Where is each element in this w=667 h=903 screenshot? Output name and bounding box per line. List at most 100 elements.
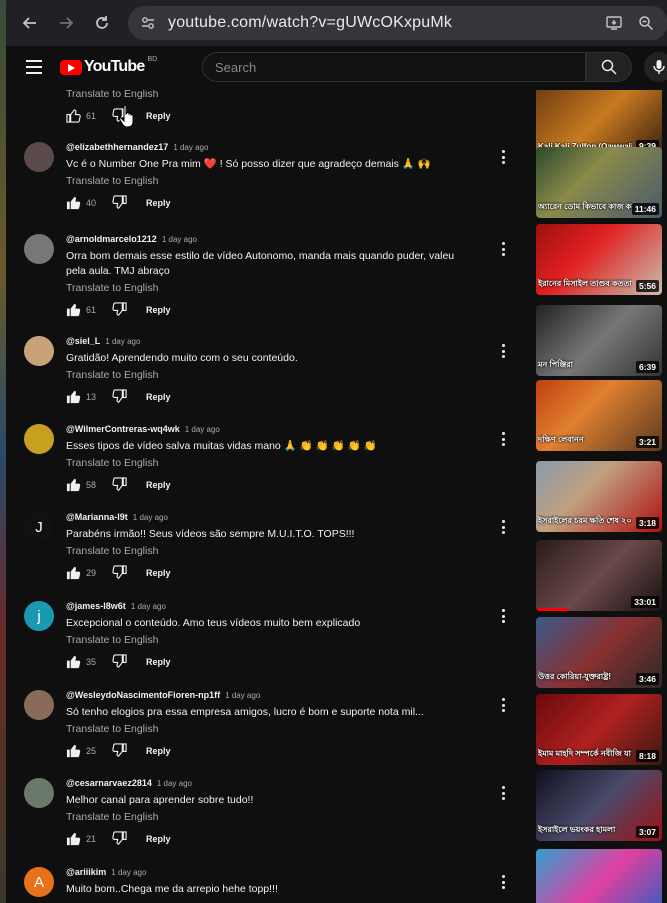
- more-actions-icon[interactable]: [498, 344, 508, 358]
- avatar[interactable]: A: [24, 867, 54, 897]
- video-thumbnail[interactable]: দক্ষিণ লেবানন 3:21: [536, 380, 662, 451]
- like-icon[interactable]: [66, 565, 82, 581]
- video-thumbnail[interactable]: 33:01: [536, 540, 662, 611]
- avatar[interactable]: j: [24, 601, 54, 631]
- comment-timestamp[interactable]: 1 day ago: [131, 602, 166, 611]
- comment-author[interactable]: @james-l8w6t: [66, 601, 126, 611]
- video-thumbnail[interactable]: মন পিঞ্জিরা 6:39: [536, 305, 662, 376]
- comment-timestamp[interactable]: 1 day ago: [111, 868, 146, 877]
- comment-timestamp[interactable]: 1 day ago: [162, 235, 197, 244]
- reply-button[interactable]: Reply: [146, 746, 171, 756]
- more-actions-icon[interactable]: [498, 698, 508, 712]
- reply-button[interactable]: Reply: [146, 834, 171, 844]
- more-actions-icon[interactable]: [498, 786, 508, 800]
- video-thumbnail[interactable]: অ্যারেন ডোম কিভাবে কাজ করে 11:46: [536, 147, 662, 218]
- reply-button[interactable]: Reply: [146, 111, 171, 121]
- zoom-icon[interactable]: [638, 15, 654, 31]
- more-actions-icon[interactable]: [498, 875, 508, 889]
- avatar[interactable]: [24, 424, 54, 454]
- avatar[interactable]: J: [24, 512, 54, 542]
- video-thumbnail[interactable]: উত্তর কোরিয়া-যুক্তরাষ্ট্র! 3:46: [536, 617, 662, 688]
- back-button[interactable]: [12, 5, 48, 41]
- video-thumbnail[interactable]: শিমার বালি: [536, 849, 662, 903]
- like-icon[interactable]: [66, 743, 82, 759]
- hamburger-menu-icon[interactable]: [26, 60, 42, 74]
- comment-timestamp[interactable]: 1 day ago: [185, 425, 220, 434]
- reply-button[interactable]: Reply: [146, 657, 171, 667]
- like-icon[interactable]: [66, 831, 82, 847]
- comment-timestamp[interactable]: 1 day ago: [133, 513, 168, 522]
- translate-link[interactable]: Translate to English: [66, 457, 476, 469]
- reply-button[interactable]: Reply: [146, 305, 171, 315]
- reply-button[interactable]: Reply: [146, 392, 171, 402]
- dislike-icon[interactable]: [112, 654, 128, 670]
- translate-link[interactable]: Translate to English: [66, 634, 476, 646]
- reload-button[interactable]: [84, 5, 120, 41]
- like-icon[interactable]: [66, 654, 82, 670]
- avatar[interactable]: [24, 336, 54, 366]
- translate-link[interactable]: Translate to English: [66, 723, 476, 735]
- more-actions-icon[interactable]: [498, 242, 508, 256]
- youtube-logo[interactable]: YouTube BD: [60, 56, 157, 76]
- site-info-icon[interactable]: [140, 15, 156, 31]
- like-icon[interactable]: [66, 108, 82, 124]
- install-app-icon[interactable]: [606, 15, 622, 31]
- avatar[interactable]: [24, 142, 54, 172]
- translate-link[interactable]: Translate to English: [66, 811, 476, 823]
- more-actions-icon[interactable]: [498, 150, 508, 164]
- translate-link[interactable]: Translate to English: [66, 369, 476, 381]
- comment-timestamp[interactable]: 1 day ago: [225, 691, 260, 700]
- more-actions-icon[interactable]: [498, 609, 508, 623]
- dislike-icon[interactable]: [112, 302, 128, 318]
- video-thumbnail[interactable]: ইসরাইলে ভয়ংকর হামলা 3:07: [536, 770, 662, 841]
- video-thumbnail[interactable]: ইসরাইলের চরম ক্ষতি শেষ ২০ যুদ্ধবিমান3:18: [536, 461, 662, 532]
- forward-button[interactable]: [48, 5, 84, 41]
- video-thumbnail[interactable]: Kali Kali Zulfon (Qawwali)9:39: [536, 90, 662, 155]
- search-input[interactable]: [215, 59, 585, 75]
- comment-author[interactable]: @cesarnarvaez2814: [66, 778, 152, 788]
- dislike-icon[interactable]: [112, 743, 128, 759]
- dislike-icon[interactable]: [112, 477, 128, 493]
- like-icon[interactable]: [66, 195, 82, 211]
- translate-link[interactable]: Translate to English: [66, 175, 476, 187]
- url-text[interactable]: youtube.com/watch?v=gUWcOKxpuMk: [168, 14, 452, 32]
- avatar[interactable]: [24, 234, 54, 264]
- dislike-icon[interactable]: [112, 565, 128, 581]
- page-scrollbar[interactable]: [662, 90, 667, 903]
- dislike-icon[interactable]: [112, 389, 128, 405]
- video-thumbnail[interactable]: ইমাম মাহদি সম্পর্কে নবীজি যা বলেছেন8:18: [536, 694, 662, 765]
- comment-body: @WesleydoNascimentoFioren-np1ff 1 day ago…: [66, 690, 476, 759]
- reply-button[interactable]: Reply: [146, 568, 171, 578]
- reply-button[interactable]: Reply: [146, 198, 171, 208]
- avatar[interactable]: [24, 690, 54, 720]
- comment-timestamp[interactable]: 1 day ago: [173, 143, 208, 152]
- dislike-icon[interactable]: [112, 195, 128, 211]
- more-actions-icon[interactable]: [498, 520, 508, 534]
- avatar[interactable]: [24, 778, 54, 808]
- search-field[interactable]: [202, 52, 586, 82]
- dislike-icon[interactable]: [112, 831, 128, 847]
- comment-author[interactable]: @WesleydoNascimentoFioren-np1ff: [66, 690, 220, 700]
- translate-link[interactable]: Translate to English: [66, 282, 476, 294]
- search-button[interactable]: [586, 52, 632, 82]
- like-icon[interactable]: [66, 477, 82, 493]
- comment-author[interactable]: @WilmerContreras-wq4wk: [66, 424, 180, 434]
- comment-author[interactable]: @elizabethhernandez17: [66, 142, 168, 152]
- voice-search-button[interactable]: [644, 52, 667, 82]
- comment-timestamp[interactable]: 1 day ago: [105, 337, 140, 346]
- more-actions-icon[interactable]: [498, 432, 508, 446]
- reply-button[interactable]: Reply: [146, 480, 171, 490]
- address-bar[interactable]: youtube.com/watch?v=gUWcOKxpuMk: [128, 6, 667, 40]
- thumbnail-title-overlay: ইরানের মিসাইল তাণ্ডব কততা শক্তিশালী?: [538, 279, 632, 288]
- like-icon[interactable]: [66, 302, 82, 318]
- comment-author[interactable]: @siel_L: [66, 336, 100, 346]
- translate-link[interactable]: Translate to English: [66, 90, 476, 100]
- translate-link[interactable]: Translate to English: [66, 545, 476, 557]
- comment-author[interactable]: @Marianna-l9t: [66, 512, 128, 522]
- like-icon[interactable]: [66, 389, 82, 405]
- comment-text: Muito bom..Chega me da arrepio hehe topp…: [66, 883, 278, 895]
- comment-timestamp[interactable]: 1 day ago: [157, 779, 192, 788]
- comment-author[interactable]: @ariiikim: [66, 867, 106, 877]
- video-thumbnail[interactable]: ইরানের মিসাইল তাণ্ডব কততা শক্তিশালী?5:56: [536, 224, 662, 295]
- comment-author[interactable]: @arnoldmarcelo1212: [66, 234, 157, 244]
